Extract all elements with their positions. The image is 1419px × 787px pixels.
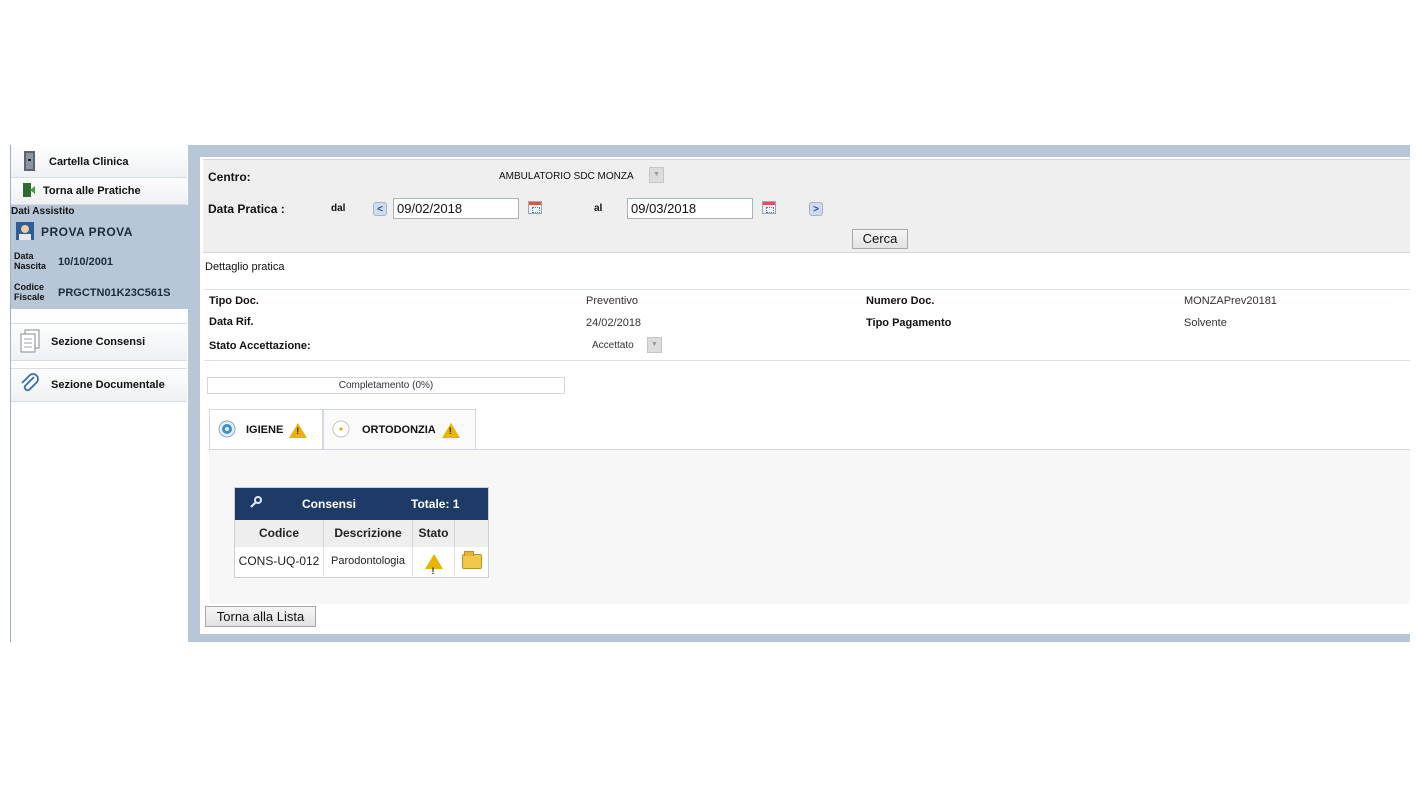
radio-selected-icon (218, 420, 236, 441)
tab-ortodonzia[interactable]: ORTODONZIA ! (323, 409, 476, 450)
column-header-codice: Codice (235, 520, 324, 547)
consensi-totale: Totale: 1 (411, 497, 460, 511)
tipo-pagamento-label: Tipo Pagamento (866, 317, 952, 329)
sezione-documentale-button[interactable]: Sezione Documentale (11, 368, 187, 402)
tab-ortodonzia-label: ORTODONZIA (362, 424, 436, 436)
warning-icon: ! (441, 422, 460, 438)
user-avatar-icon (16, 222, 34, 245)
dal-date-input[interactable]: 09/02/2018 (393, 198, 519, 219)
chevron-down-icon[interactable]: ▼ (647, 337, 662, 353)
column-header-descrizione: Descrizione (324, 520, 413, 547)
sidebar: Cartella Clinica Torna alle Pratiche Dat… (10, 145, 190, 642)
completamento-progress: Completamento (0%) (207, 377, 565, 394)
warning-icon: ! (424, 554, 443, 576)
data-rif-value: 24/02/2018 (586, 317, 642, 329)
centro-value: AMBULATORIO SDC MONZA (499, 171, 634, 182)
document-icon (19, 329, 41, 356)
chevron-right-icon[interactable]: > (809, 202, 823, 216)
tab-igiene-label: IGIENE (246, 424, 284, 436)
calendar-icon[interactable] (528, 201, 542, 214)
column-header-actions (455, 520, 488, 547)
exit-door-icon (21, 182, 35, 201)
column-header-stato: Stato (413, 520, 455, 547)
stato-accettazione-label: Stato Accettazione: (209, 340, 311, 352)
tab-igiene[interactable]: IGIENE ! (209, 409, 323, 450)
tipo-doc-value: Preventivo (586, 295, 638, 307)
al-label: al (594, 203, 603, 214)
data-pratica-label: Data Pratica : (208, 202, 285, 216)
torna-pratiche-label: Torna alle Pratiche (43, 185, 141, 197)
stato-accettazione-value: Accettato (592, 340, 634, 351)
folder-open-icon[interactable] (461, 551, 482, 570)
chevron-down-icon[interactable]: ▼ (649, 167, 664, 183)
stato-accettazione-select[interactable]: Accettato ▼ (586, 336, 666, 354)
cabinet-icon (21, 150, 39, 175)
numero-doc-label: Numero Doc. (866, 295, 935, 307)
data-nascita-label: Data Nascita (14, 251, 47, 271)
dettaglio-pratica-title: Dettaglio pratica (205, 261, 285, 273)
data-rif-label: Data Rif. (209, 316, 254, 328)
consensi-grid-header: Consensi Totale: 1 (235, 488, 488, 520)
dal-label: dal (331, 203, 346, 214)
paperclip-icon (19, 372, 41, 398)
torna-pratiche-button[interactable]: Torna alle Pratiche (11, 178, 187, 205)
sezione-documentale-label: Sezione Documentale (51, 379, 165, 391)
cartella-clinica-button[interactable]: Cartella Clinica (11, 147, 187, 178)
patient-info-box: Dati Assistito PROVA PROVA Data Nascita 1… (11, 205, 188, 309)
cartella-clinica-label: Cartella Clinica (49, 156, 129, 168)
cell-stato: ! (413, 547, 455, 576)
chevron-left-icon[interactable]: < (373, 202, 387, 216)
cell-actions (455, 547, 488, 576)
dati-assistito-title: Dati Assistito (11, 206, 75, 217)
sezione-consensi-label: Sezione Consensi (51, 336, 146, 348)
sezione-consensi-button[interactable]: Sezione Consensi (11, 323, 187, 361)
cell-codice: CONS-UQ-012 (235, 547, 324, 576)
centro-label: Centro: (208, 170, 251, 184)
radio-unselected-icon (332, 420, 350, 441)
data-nascita-value: 10/10/2001 (58, 256, 114, 268)
detail-box: Tipo Doc. Preventivo Numero Doc. MONZAPr… (204, 289, 1410, 361)
tipo-pagamento-value: Solvente (1184, 317, 1227, 329)
codice-fiscale-value: PRGCTN01K23C561S (58, 287, 171, 299)
cerca-button[interactable]: Cerca (852, 229, 908, 249)
calendar-icon[interactable] (762, 201, 776, 214)
centro-select[interactable]: AMBULATORIO SDC MONZA ▼ (492, 167, 667, 185)
torna-lista-button[interactable]: Torna alla Lista (205, 606, 316, 627)
consensi-grid: Consensi Totale: 1 Codice Descrizione St… (234, 487, 489, 578)
cell-descrizione: Parodontologia (324, 547, 413, 576)
codice-fiscale-label: Codice Fiscale (14, 282, 45, 302)
numero-doc-value: MONZAPrev20181 (1184, 295, 1277, 307)
consensi-title: Consensi (302, 497, 357, 511)
warning-icon: ! (289, 422, 308, 438)
tipo-doc-label: Tipo Doc. (209, 295, 259, 307)
patient-name: PROVA PROVA (41, 225, 133, 239)
wrench-icon[interactable] (249, 495, 263, 512)
al-date-input[interactable]: 09/03/2018 (627, 198, 753, 219)
